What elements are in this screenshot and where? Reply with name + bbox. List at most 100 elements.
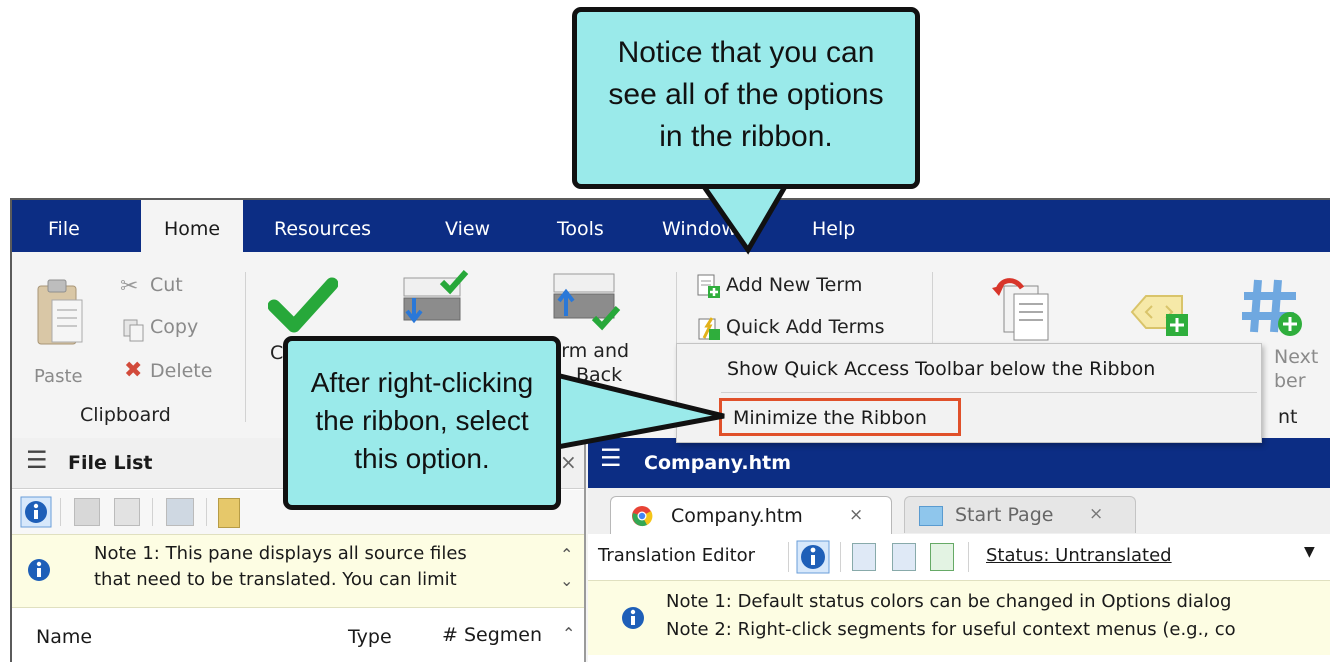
status-filter[interactable]: Status: Untranslated [986, 545, 1172, 566]
add-doc-icon[interactable] [930, 543, 954, 571]
import-document-button[interactable] [992, 276, 1054, 350]
info-icon [28, 559, 50, 581]
confirm-back-label-1: irm and [556, 340, 630, 362]
tab-file[interactable]: File [48, 200, 98, 252]
file-list-columns: Name Type # Segmen ⌃ [12, 608, 584, 662]
clipboard-group-label: Clipboard [80, 404, 171, 426]
add-term-icon [697, 274, 720, 298]
toolbar-label: Translation Editor [598, 545, 756, 566]
file-list-note: Note 1: This pane displays all source fi… [12, 534, 584, 608]
files-icon[interactable] [166, 498, 194, 526]
ribbon-divider [245, 272, 246, 422]
quick-add-terms-label: Quick Add Terms [726, 316, 885, 338]
dropdown-arrow-icon[interactable]: ▼ [1304, 544, 1315, 560]
copy-button[interactable]: Copy [120, 314, 230, 344]
note-line-1: Note 1: This pane displays all source fi… [94, 543, 467, 564]
callout-top: Notice that you can see all of the optio… [572, 7, 920, 189]
delete-label: Delete [150, 360, 213, 382]
hamburger-icon[interactable]: ☰ [26, 446, 48, 474]
tab-resources[interactable]: Resources [274, 200, 384, 252]
toolbar-divider [60, 498, 61, 526]
editor-note: Note 1: Default status colors can be cha… [588, 580, 1330, 655]
delete-x-icon: ✖ [124, 358, 143, 383]
copy-icon [123, 319, 144, 342]
paste-label: Paste [34, 366, 83, 387]
start-page-icon [919, 506, 943, 526]
callout-left-line-2: the ribbon, select [315, 405, 529, 436]
tab-help[interactable]: Help [812, 200, 872, 252]
close-tab-icon[interactable]: × [1089, 504, 1103, 524]
file-list-title: File List [68, 452, 153, 474]
callout-top-line-2: see all of the options [608, 78, 884, 111]
paste-button[interactable]: Paste [34, 278, 88, 387]
quick-add-terms-button[interactable]: Quick Add Terms [696, 314, 936, 344]
upload-doc-icon[interactable] [852, 543, 876, 571]
toolbar-divider [840, 542, 841, 572]
confirm-move-up-icon [553, 273, 621, 331]
archive-icon[interactable] [218, 498, 240, 528]
search-document-icon[interactable] [114, 498, 140, 526]
cut-label: Cut [150, 274, 183, 296]
document-tabs: Company.htm × Start Page × [588, 488, 1330, 535]
add-new-term-label: Add New Term [726, 274, 863, 296]
confirm-label-partial: C [270, 342, 284, 364]
info-toggle-icon[interactable] [796, 540, 830, 574]
tab-start-page[interactable]: Start Page × [904, 496, 1136, 533]
add-tag-button[interactable] [1128, 290, 1194, 344]
editor-note-line-1: Note 1: Default status colors can be cha… [666, 591, 1232, 612]
info-icon [622, 607, 644, 629]
column-name[interactable]: Name [36, 626, 92, 648]
callout-top-line-3: in the ribbon. [659, 120, 833, 153]
tab-view[interactable]: View [445, 200, 505, 252]
browser-icon [632, 506, 653, 527]
delete-button[interactable]: ✖ Delete [120, 358, 240, 388]
tab-label: Start Page [955, 504, 1054, 526]
close-tab-icon[interactable]: × [849, 505, 863, 525]
confirm-move-down-icon [403, 270, 469, 324]
note-line-2: that need to be translated. You can limi… [94, 569, 457, 590]
group-label-partial: nt [1278, 406, 1298, 428]
tab-label: Company.htm [671, 505, 803, 527]
next-number-label-2: ber [1274, 370, 1306, 392]
tab-home[interactable]: Home [141, 200, 243, 252]
document-icon[interactable] [74, 498, 100, 526]
callout-left-line-1: After right-clicking [310, 367, 534, 398]
editor-note-line-2: Note 2: Right-click segments for useful … [666, 619, 1236, 640]
editor-toolbar: Translation Editor Status: Untranslated … [588, 534, 1330, 580]
toolbar-divider [152, 498, 153, 526]
column-segments[interactable]: # Segmen [442, 624, 542, 646]
column-scroll-up-icon[interactable]: ⌃ [562, 624, 575, 643]
confirm-back-button[interactable]: irm and Back [552, 270, 629, 386]
scissors-icon: ✂ [120, 274, 139, 299]
tab-tools[interactable]: Tools [557, 200, 617, 252]
tag-add-icon [1130, 295, 1188, 336]
scroll-up-icon[interactable]: ⌃ [560, 545, 573, 564]
menu-separator [721, 392, 1257, 393]
tab-company-htm[interactable]: Company.htm × [610, 496, 892, 535]
confirm-button[interactable]: C [267, 274, 339, 364]
copy-label: Copy [150, 316, 199, 338]
toolbar-divider [206, 498, 207, 526]
translation-editor-pane: ☰ Company.htm Company.htm × Start Page × [588, 438, 1330, 662]
menu-item-show-quick-access-below[interactable]: Show Quick Access Toolbar below the Ribb… [727, 358, 1155, 380]
cut-button[interactable]: ✂ Cut [120, 272, 230, 302]
toolbar-divider [788, 542, 789, 572]
document-import-icon [992, 278, 1049, 341]
confirm-next-button[interactable] [402, 268, 472, 334]
scroll-down-icon[interactable]: ⌄ [560, 571, 573, 590]
menu-bar: File Home Resources View Tools Window He… [12, 200, 1330, 252]
paste-icon [37, 279, 83, 345]
add-new-term-button[interactable]: Add New Term [696, 272, 916, 302]
callout-left: After right-clicking the ribbon, select … [283, 336, 561, 510]
next-number-label-1: Next [1274, 346, 1319, 368]
callout-left-line-3: this option. [354, 443, 490, 474]
callout-top-line-1: Notice that you can [617, 36, 875, 69]
move-doc-icon[interactable] [892, 543, 916, 571]
quick-add-terms-icon [698, 317, 720, 340]
callout-pointer-left [548, 370, 725, 454]
hash-add-icon [1242, 279, 1302, 336]
menu-item-minimize-ribbon[interactable]: Minimize the Ribbon [733, 407, 927, 429]
column-type[interactable]: Type [348, 626, 392, 648]
info-toggle-icon[interactable] [20, 496, 52, 528]
next-number-button[interactable] [1238, 274, 1308, 348]
